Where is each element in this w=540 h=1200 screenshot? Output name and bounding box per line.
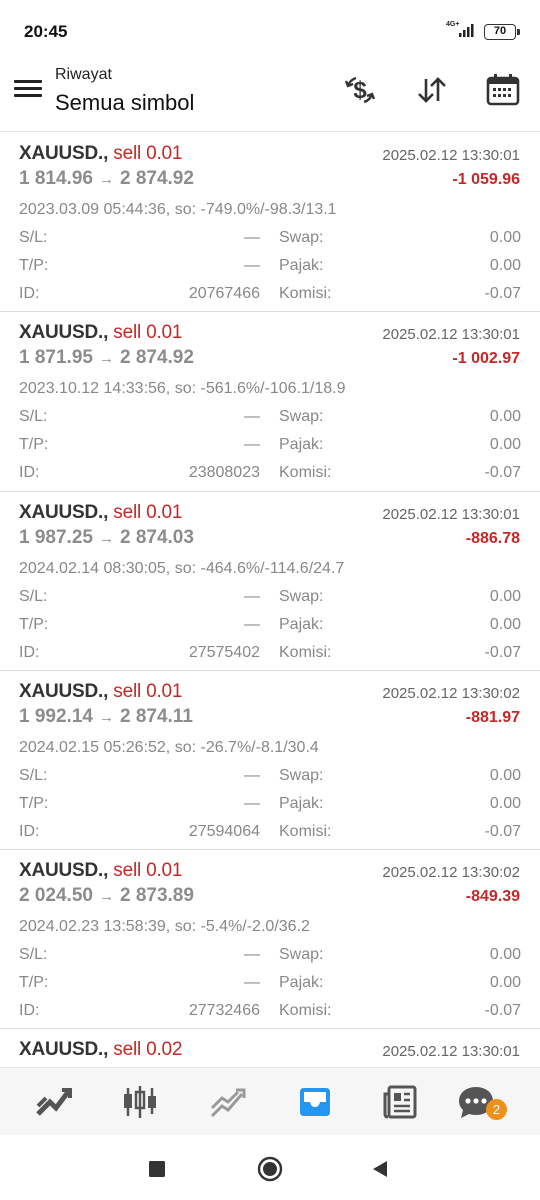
svg-text:$: $ — [353, 77, 367, 104]
trade-prices: 1 987.25 → 2 874.03 — [19, 526, 194, 548]
trade-side: sell 0.01 — [113, 680, 183, 702]
signal-icon — [459, 24, 474, 37]
tp-tax-row: T/P: — Pajak: 0.00 — [19, 615, 521, 633]
calendar-icon[interactable] — [483, 70, 523, 110]
trade-side: sell 0.01 — [113, 501, 183, 523]
trade-side: sell 0.02 — [113, 1039, 183, 1061]
trade-prices: 1 992.14 → 2 874.11 — [19, 705, 193, 727]
trade-symbol: XAUUSD., sell 0.01 — [19, 680, 183, 702]
trade-open-info: 2024.02.14 08:30:05, so: -464.6%/-114.6/… — [19, 559, 345, 577]
chat-badge: 2 — [486, 1099, 507, 1120]
trade-symbol: XAUUSD., sell 0.01 — [19, 501, 183, 523]
battery-icon: 70 — [484, 24, 520, 40]
trade-row[interactable]: XAUUSD., sell 0.01 2025.02.12 13:30:01 1… — [0, 492, 540, 671]
trade-symbol: XAUUSD., sell 0.01 — [19, 322, 183, 344]
trade-trend-icon[interactable] — [206, 1082, 250, 1122]
trade-close-time: 2025.02.12 13:30:02 — [382, 684, 520, 702]
trade-history-list[interactable]: XAUUSD., sell 0.01 2025.02.12 13:30:01 1… — [0, 133, 540, 1067]
trade-close-time: 2025.02.12 13:30:01 — [382, 505, 520, 523]
trade-profit: -1 059.96 — [452, 171, 520, 188]
trade-row[interactable]: XAUUSD., sell 0.02 2025.02.12 13:30:01 — [0, 1029, 540, 1067]
trade-profit: -886.78 — [465, 529, 520, 547]
trade-close-time: 2025.02.12 13:30:01 — [382, 147, 520, 164]
trade-row[interactable]: XAUUSD., sell 0.01 2025.02.12 13:30:01 1… — [0, 133, 540, 313]
trade-close-time: 2025.02.12 13:30:01 — [382, 326, 520, 344]
id-commission-row: ID: 27594064 Komisi: -0.07 — [19, 822, 521, 840]
trade-side: sell 0.01 — [113, 860, 183, 882]
system-navigation — [0, 1135, 540, 1200]
sl-swap-row: S/L: — Swap: 0.00 — [19, 946, 521, 964]
symbol-selector[interactable]: Semua simbol — [55, 90, 194, 116]
chart-candles-icon[interactable] — [118, 1082, 162, 1122]
id-commission-row: ID: 27732466 Komisi: -0.07 — [19, 1002, 521, 1020]
status-clock: 20:45 — [24, 22, 68, 41]
trade-profit: -881.97 — [465, 708, 520, 726]
recent-apps-icon[interactable] — [143, 1155, 171, 1183]
sl-swap-row: S/L: — Swap: 0.00 — [19, 587, 521, 605]
trade-symbol: XAUUSD., sell 0.01 — [19, 143, 183, 164]
trade-close-time: 2025.02.12 13:30:01 — [382, 1043, 520, 1061]
trade-open-info: 2024.02.23 13:58:39, so: -5.4%/-2.0/36.2 — [19, 918, 310, 936]
sl-swap-row: S/L: — Swap: 0.00 — [19, 408, 521, 426]
app-bar: Riwayat Semua simbol $ — [0, 62, 540, 132]
tp-tax-row: T/P: — Pajak: 0.00 — [19, 974, 521, 992]
trade-symbol: XAUUSD., sell 0.01 — [19, 860, 183, 882]
trade-row[interactable]: XAUUSD., sell 0.01 2025.02.12 13:30:02 2… — [0, 850, 540, 1030]
trade-prices: 1 871.95 → 2 874.92 — [19, 347, 194, 369]
trade-close-time: 2025.02.12 13:30:02 — [382, 864, 520, 882]
tp-tax-row: T/P: — Pajak: 0.00 — [19, 436, 521, 454]
page-subtitle: Riwayat — [55, 66, 112, 83]
sl-swap-row: S/L: — Swap: 0.00 — [19, 229, 521, 246]
status-bar: 20:45 4G+ 70 — [0, 0, 540, 62]
id-commission-row: ID: 27575402 Komisi: -0.07 — [19, 643, 521, 661]
sl-swap-row: S/L: — Swap: 0.00 — [19, 766, 521, 784]
trade-row[interactable]: XAUUSD., sell 0.01 2025.02.12 13:30:01 1… — [0, 312, 540, 492]
trade-open-info: 2024.02.15 05:26:52, so: -26.7%/-8.1/30.… — [19, 738, 319, 756]
home-icon[interactable] — [256, 1155, 284, 1183]
quotes-arrows-icon[interactable] — [32, 1082, 76, 1122]
id-commission-row: ID: 20767466 Komisi: -0.07 — [19, 285, 521, 302]
news-icon[interactable] — [378, 1082, 422, 1122]
sort-icon[interactable] — [412, 70, 452, 110]
trade-open-info: 2023.10.12 14:33:56, so: -561.6%/-106.1/… — [19, 380, 346, 398]
id-commission-row: ID: 23808023 Komisi: -0.07 — [19, 464, 521, 482]
history-inbox-icon[interactable] — [293, 1082, 337, 1122]
trade-profit: -849.39 — [465, 888, 520, 906]
tp-tax-row: T/P: — Pajak: 0.00 — [19, 794, 521, 812]
dollar-exchange-icon[interactable]: $ — [340, 70, 380, 110]
bottom-navigation: 2 — [0, 1067, 540, 1135]
trade-prices: 1 814.96 → 2 874.92 — [19, 168, 194, 189]
trade-row[interactable]: XAUUSD., sell 0.01 2025.02.12 13:30:02 1… — [0, 671, 540, 851]
trade-side: sell 0.01 — [113, 143, 183, 164]
tp-tax-row: T/P: — Pajak: 0.00 — [19, 257, 521, 274]
trade-profit: -1 002.97 — [452, 350, 520, 368]
trade-open-info: 2023.03.09 05:44:36, so: -749.0%/-98.3/1… — [19, 201, 337, 218]
trade-side: sell 0.01 — [113, 322, 183, 344]
back-icon[interactable] — [366, 1155, 394, 1183]
trade-symbol: XAUUSD., sell 0.02 — [19, 1039, 183, 1061]
menu-button[interactable] — [14, 78, 42, 102]
trade-prices: 2 024.50 → 2 873.89 — [19, 885, 194, 907]
